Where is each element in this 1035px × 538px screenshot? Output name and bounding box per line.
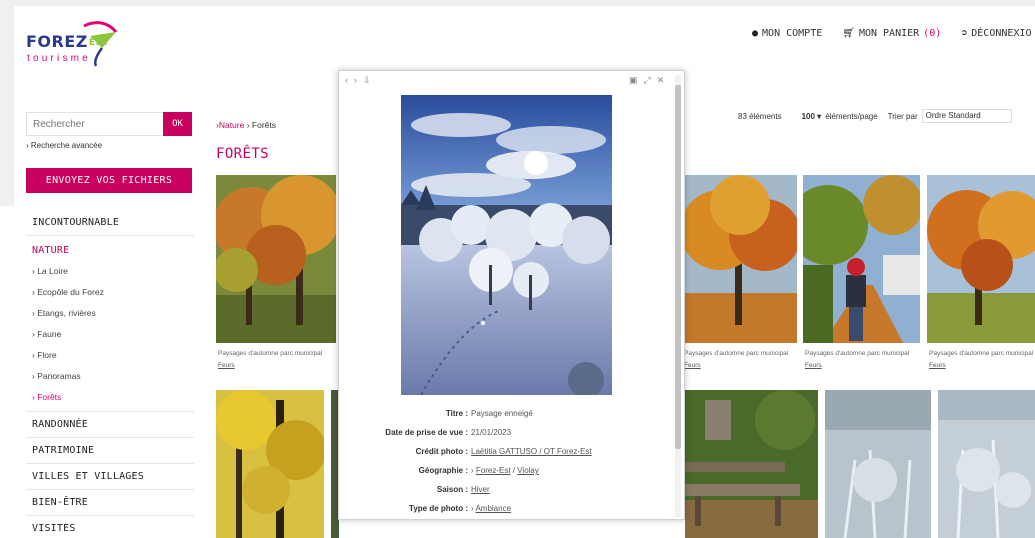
left-gutter [0, 0, 14, 206]
autumn-trees-image [680, 175, 797, 343]
cart-count: (0) [923, 28, 942, 39]
subcategory-ecopole[interactable]: › Ecopôle du Forez [26, 281, 194, 302]
snowy-landscape-image [401, 95, 612, 395]
per-page-label: éléments/page [825, 111, 878, 121]
thumbnail-autumn-park-2[interactable] [680, 175, 797, 343]
meta-row-credit: Crédit photo : Laëtitia GATTUSO / OT For… [415, 447, 592, 456]
thumbnail-autumn-park-3[interactable] [803, 175, 920, 343]
subcategory-flore[interactable]: › Flore [26, 344, 194, 365]
photo-metadata: Titre : Paysage enneigé Date de prise de… [347, 404, 667, 518]
photo-detail-modal: ‹ › ⇩ ▣ ⤢ ✕ Titre: Paysage enneigé Date… [338, 70, 685, 520]
category-visites[interactable]: VISITES [26, 516, 194, 538]
breadcrumb: ›Nature › Forêts [216, 120, 276, 130]
subcategory-faune[interactable]: › Faune [26, 323, 194, 344]
user-icon: ● [752, 28, 759, 39]
cart-link[interactable]: 🛒︎ MON PANIER (0) [842, 28, 941, 39]
logo-tagline: tourisme [27, 53, 91, 64]
category-menu: INCONTOURNABLE NATURE › La Loire › Ecopô… [26, 210, 194, 538]
frost-plants-image [825, 390, 931, 538]
close-icon[interactable]: ✕ [657, 75, 665, 86]
child-autumn-path-image [803, 175, 920, 343]
meta-row-title: Titre : Paysage enneigé [445, 409, 533, 418]
search-ok-button[interactable]: OK [163, 112, 192, 136]
previous-arrow-icon[interactable]: ‹ [345, 75, 348, 86]
breadcrumb-nature[interactable]: ›Nature [216, 120, 244, 130]
thumbnail-frost-plants-1[interactable] [825, 390, 931, 538]
info-icon[interactable]: ▣ [629, 75, 638, 86]
caption-tag-feurs[interactable]: Feurs [218, 362, 338, 370]
advanced-search-link[interactable]: › Recherche avancée [26, 141, 102, 150]
subcategory-forets[interactable]: › Forêts [26, 386, 194, 407]
download-icon[interactable]: ⇩ [363, 75, 371, 86]
breadcrumb-forets[interactable]: › Forêts [247, 120, 276, 130]
top-navigation: ● MON COMPTE 🛒︎ MON PANIER (0) ➲ DÉCONNEXIO [752, 28, 1035, 39]
subcategory-etangs[interactable]: › Etangs, rivières [26, 302, 194, 323]
caption-tag-feurs[interactable]: Feurs [684, 362, 799, 370]
category-bienetre[interactable]: BIEN-ÊTRE [26, 490, 194, 516]
meta-row-geography: Géographie : › Forez-Est / Violay [418, 466, 539, 475]
meta-date-value: 21/01/2023 [471, 428, 512, 437]
category-villes[interactable]: VILLES ET VILLAGES [26, 464, 194, 490]
logout-link[interactable]: ➲ DÉCONNEXIO [961, 28, 1031, 39]
caption-tag-feurs[interactable]: Feurs [929, 362, 1034, 370]
caption-autumn-park-4: Paysages d'automne parc municipal Feurs [929, 350, 1034, 370]
page-title: FORÊTS [216, 146, 269, 162]
meta-row-season: Saison : Hiver [436, 485, 490, 494]
search-form: OK [26, 112, 192, 136]
thumbnail-bench-forest[interactable] [685, 390, 818, 538]
thumbnail-frost-plants-2[interactable] [938, 390, 1035, 538]
sort-label: Trier par [887, 111, 918, 121]
meta-type-link[interactable]: Ambiance [475, 504, 511, 513]
search-input[interactable] [26, 112, 163, 136]
meta-season-link[interactable]: Hiver [471, 485, 490, 494]
caption-tag-feurs[interactable]: Feurs [805, 362, 920, 370]
modal-nav-tools: ‹ › ⇩ [345, 75, 377, 86]
sort-select[interactable]: Ordre Standard [921, 109, 1012, 123]
modal-photo[interactable] [401, 95, 612, 395]
logo-wordmark: FOREZEST [26, 32, 110, 51]
site-logo[interactable]: FOREZEST tourisme [26, 18, 126, 68]
meta-credit-link[interactable]: Laëtitia GATTUSO / OT Forez-Est [471, 447, 592, 456]
autumn-trees-image [927, 175, 1035, 343]
meta-geo-violay-link[interactable]: Violay [517, 466, 539, 475]
category-incontournable[interactable]: INCONTOURNABLE [26, 210, 194, 236]
modal-window-tools: ▣ ⤢ ✕ [629, 75, 670, 86]
autumn-trees-image [216, 175, 336, 343]
modal-scrollbar-thumb[interactable] [675, 85, 681, 449]
caption-autumn-park-3: Paysages d'automne parc municipal Feurs [805, 350, 920, 370]
frost-plants-image [938, 390, 1035, 538]
bench-forest-image [685, 390, 818, 538]
meta-row-date: Date de prise de vue : 21/01/2023 [385, 428, 512, 437]
yellow-forest-image [216, 390, 324, 538]
meta-geo-forez-est-link[interactable]: Forez-Est [476, 466, 511, 475]
category-randonnee[interactable]: RANDONNÉE [26, 412, 194, 438]
fullscreen-icon[interactable]: ⤢ [644, 75, 651, 86]
thumbnail-autumn-park-1[interactable] [216, 175, 336, 343]
category-patrimoine[interactable]: PATRIMOINE [26, 438, 194, 464]
subcategory-panoramas[interactable]: › Panoramas [26, 365, 194, 386]
thumbnail-autumn-park-4[interactable] [927, 175, 1035, 343]
logout-icon: ➲ [961, 28, 968, 39]
modal-scrollbar[interactable] [675, 75, 681, 517]
category-nature[interactable]: NATURE [26, 240, 194, 260]
caption-autumn-park-2: Paysages d'automne parc municipal Feurs [684, 350, 799, 370]
meta-row-type: Type de photo : › Ambiance [409, 504, 512, 513]
thumbnail-yellow-forest[interactable] [216, 390, 324, 538]
next-arrow-icon[interactable]: › [354, 75, 357, 86]
meta-title-value: Paysage enneigé [471, 409, 533, 418]
top-strip [0, 0, 1035, 6]
subcategory-la-loire[interactable]: › La Loire [26, 260, 194, 281]
cart-icon: 🛒︎ [842, 28, 855, 39]
nature-submenu: › La Loire › Ecopôle du Forez › Etangs, … [26, 260, 194, 412]
results-toolbar: 83 éléments 100 ▾ éléments/page Trier pa… [738, 109, 1012, 123]
per-page-select[interactable]: 100 ▾ [802, 112, 822, 121]
caption-autumn-park-1: Paysages d'automne parc municipal Feurs [218, 350, 338, 370]
account-link[interactable]: ● MON COMPTE [752, 28, 822, 39]
upload-files-button[interactable]: ENVOYEZ VOS FICHIERS [26, 168, 192, 193]
results-count: 83 éléments [738, 111, 782, 121]
